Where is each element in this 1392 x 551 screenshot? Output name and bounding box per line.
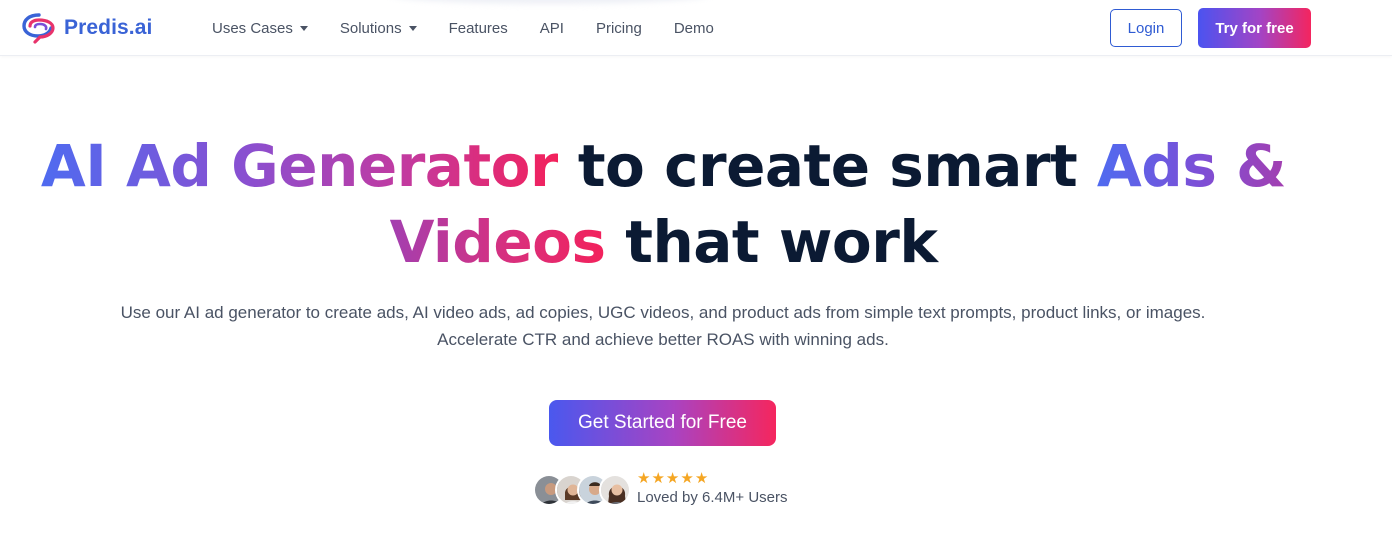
get-started-button[interactable]: Get Started for Free bbox=[549, 400, 776, 446]
avatar bbox=[599, 474, 631, 506]
nav-uses-cases-label: Uses Cases bbox=[212, 19, 293, 37]
hero-subtitle-line-1: Use our AI ad generator to create ads, A… bbox=[120, 303, 1206, 322]
hero-title-text: to create smart bbox=[558, 132, 1097, 200]
hero-subtitle-line-2: Accelerate CTR and achieve better ROAS w… bbox=[437, 330, 889, 349]
hero-title-highlight: AI Ad Generator bbox=[40, 132, 559, 200]
nav-features-label: Features bbox=[448, 19, 508, 37]
chevron-down-icon bbox=[299, 26, 308, 31]
hero-title-text-end: that work bbox=[605, 208, 938, 276]
nav-demo[interactable]: Demo bbox=[674, 20, 714, 37]
logo-icon bbox=[22, 13, 55, 44]
nav-pricing[interactable]: Pricing bbox=[596, 20, 642, 37]
try-for-free-button[interactable]: Try for free bbox=[1198, 8, 1311, 48]
star-icon: ★ bbox=[637, 470, 651, 487]
nav-demo-label: Demo bbox=[673, 19, 714, 37]
nav-api-label: API bbox=[539, 19, 564, 37]
social-proof-text: Loved by 6.4M+ Users bbox=[637, 489, 788, 506]
hero-title-highlight-ads: Ads & bbox=[1096, 132, 1287, 200]
star-icon: ★ bbox=[694, 470, 709, 487]
logo-text: Predis.ai bbox=[64, 16, 153, 39]
site-header: Predis.ai Uses Cases Solutions Features … bbox=[0, 0, 1392, 56]
nav-api[interactable]: API bbox=[540, 20, 564, 37]
star-icon: ★ bbox=[680, 470, 694, 487]
star-icon: ★ bbox=[651, 470, 665, 487]
hero-title-line-1: AI Ad Generator to create smart Ads & bbox=[0, 132, 1392, 200]
star-icon: ★ bbox=[665, 470, 680, 487]
rating-stars: ★ ★ ★ ★ ★ bbox=[637, 471, 709, 487]
chevron-down-icon bbox=[408, 26, 417, 31]
hero-title-line-2: Videos that work bbox=[0, 208, 1392, 276]
nav-features[interactable]: Features bbox=[449, 20, 508, 37]
nav-solutions[interactable]: Solutions bbox=[340, 20, 417, 37]
nav-pricing-label: Pricing bbox=[595, 19, 642, 37]
main-nav: Uses Cases Solutions Features API Pricin… bbox=[212, 0, 746, 56]
hero-title-highlight-videos: Videos bbox=[389, 208, 606, 276]
user-avatars bbox=[533, 474, 633, 507]
logo[interactable]: Predis.ai bbox=[20, 11, 152, 45]
nav-uses-cases[interactable]: Uses Cases bbox=[212, 20, 308, 37]
login-button[interactable]: Login bbox=[1110, 9, 1182, 47]
nav-solutions-label: Solutions bbox=[339, 19, 402, 37]
